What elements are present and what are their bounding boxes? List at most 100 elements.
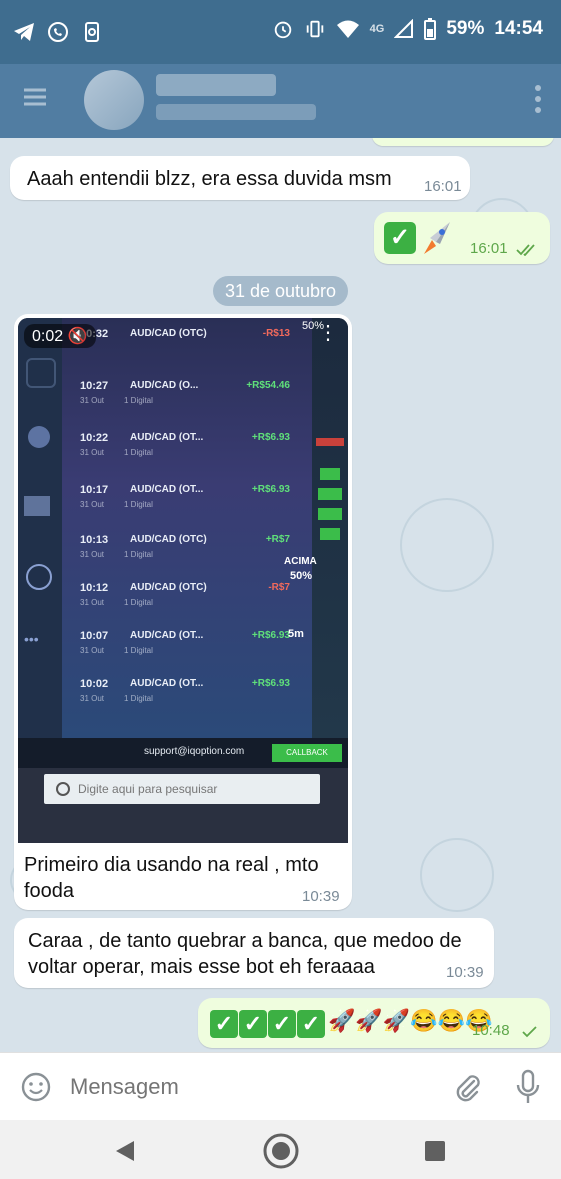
play-circle-icon [26, 564, 52, 590]
status-system: 4G 59% 14:54 [272, 18, 543, 40]
recents-icon[interactable] [424, 1140, 446, 1162]
chat-icon [26, 358, 56, 388]
trade-row: 10:02 31 Out AUD/CAD (OT... 1 Digital +R… [80, 674, 290, 714]
chart-candle [318, 508, 342, 520]
trade-pair: AUD/CAD (O... [130, 380, 199, 391]
mute-icon[interactable]: 🔇 [68, 328, 88, 345]
video-player[interactable]: ••• 10:32 AUD/CAD (OTC) -R$13 10:27 31 O… [18, 318, 348, 843]
single-check-icon [522, 1026, 537, 1038]
trade-pair: AUD/CAD (OTC) [130, 328, 207, 339]
video-sidebar: ••• [18, 318, 62, 738]
trade-time: 10:07 [80, 630, 109, 642]
chart-candle [316, 438, 344, 446]
message-bubble-incoming[interactable]: Aaah entendii blzz, era essa duvida msm … [10, 156, 470, 200]
message-time: 10:39 [446, 964, 484, 981]
check-mark-emoji: ✓ [210, 1010, 238, 1038]
avatar[interactable] [84, 70, 144, 130]
status-notifications [12, 20, 104, 44]
trade-row: 10:17 31 Out AUD/CAD (OT... 1 Digital +R… [80, 480, 290, 520]
message-bubble-outgoing[interactable]: ✓ 16:01 [374, 212, 550, 264]
trade-value: +R$54.46 [246, 380, 290, 391]
trade-type: 1 Digital [124, 598, 153, 607]
trade-date: 31 Out [80, 646, 105, 655]
trade-date: 31 Out [80, 500, 105, 509]
callback-button: CALLBACK [272, 744, 342, 762]
whatsapp-icon [48, 22, 68, 42]
signal-icon [394, 19, 414, 38]
trade-row: 10:12 31 Out AUD/CAD (OTC) 1 Digital -R$… [80, 578, 290, 618]
check-mark-emoji: ✓ [239, 1010, 267, 1038]
trade-pair: AUD/CAD (OTC) [130, 582, 207, 593]
battery-icon [424, 18, 437, 40]
video-footer: support@iqoption.com CALLBACK [18, 738, 348, 768]
alien-icon [28, 426, 50, 448]
trade-date: 31 Out [80, 598, 105, 607]
trade-pair: AUD/CAD (OT... [130, 678, 204, 689]
telegram-icon [14, 23, 34, 41]
wifi-icon [336, 20, 359, 38]
message-text: Caraa , de tanto quebrar a banca, que me… [28, 930, 462, 978]
more-vertical-icon[interactable]: ⋮ [318, 323, 338, 343]
trade-pair: AUD/CAD (OT... [130, 484, 204, 495]
trade-time: 10:13 [80, 534, 109, 546]
trade-type: 1 Digital [124, 500, 153, 509]
check-mark-emoji: ✓ [384, 222, 416, 254]
date-separator: 31 de outubro [213, 276, 348, 306]
video-search-bar: Digite aqui para pesquisar [44, 774, 320, 804]
trade-date: 31 Out [80, 694, 105, 703]
trade-value: +R$6.93 [251, 432, 290, 443]
network-type: 4G [369, 23, 385, 35]
chart-direction-label: ACIMA [284, 556, 317, 567]
check-mark-emoji: ✓ [297, 1010, 325, 1038]
chat-title-blurred[interactable] [156, 74, 276, 96]
phone-app-icon [85, 22, 99, 42]
trade-time: 10:27 [80, 380, 109, 392]
back-icon[interactable] [114, 1140, 136, 1162]
trade-row: 10:32 AUD/CAD (OTC) -R$13 [80, 324, 290, 364]
trade-date: 31 Out [80, 396, 105, 405]
background-doodle [420, 838, 494, 912]
attach-icon[interactable] [452, 1071, 482, 1103]
trade-value: +R$6.93 [251, 678, 290, 689]
vibrate-icon [306, 20, 323, 38]
trade-row: 10:13 31 Out AUD/CAD (OTC) 1 Digital +R$… [80, 530, 290, 570]
message-bubble-incoming[interactable]: Caraa , de tanto quebrar a banca, que me… [14, 918, 494, 988]
trade-type: 1 Digital [124, 646, 153, 655]
chart-percent: 50% [290, 570, 313, 582]
trade-pair: AUD/CAD (OT... [130, 432, 204, 443]
search-placeholder: Digite aqui para pesquisar [78, 782, 218, 796]
message-input-bar [0, 1052, 561, 1121]
chat-subtitle-blurred [156, 104, 316, 120]
video-duration[interactable]: 0:02 🔇 [24, 324, 96, 348]
message-time: 16:01 [424, 178, 462, 195]
check-mark-emoji: ✓ [268, 1010, 296, 1038]
message-bubble-outgoing[interactable]: ✓ ✓ ✓ ✓ 🚀🚀🚀😂😂😂 10:48 [198, 998, 550, 1048]
trade-row: 10:22 31 Out AUD/CAD (OT... 1 Digital +R… [80, 428, 290, 468]
chart-candle [320, 528, 340, 540]
trade-type: 1 Digital [124, 550, 153, 559]
video-duration-text: 0:02 [32, 328, 64, 345]
timeframe-label: 5m [288, 628, 304, 640]
home-icon[interactable] [262, 1132, 300, 1170]
battery-level: 59% [446, 18, 485, 39]
trade-type: 1 Digital [124, 448, 153, 457]
trade-pair: AUD/CAD (OTC) [130, 534, 207, 545]
message-time: 16:01 [470, 240, 508, 257]
system-nav-bar [0, 1120, 561, 1179]
chart-candle [318, 488, 342, 500]
trade-date: 31 Out [80, 448, 105, 457]
emoji-text: 🚀🚀🚀😂😂😂 [328, 1008, 493, 1033]
message-time: 10:48 [472, 1022, 510, 1039]
message-time: 10:39 [302, 888, 340, 905]
message-input[interactable] [68, 1069, 432, 1105]
trade-row: 10:27 31 Out AUD/CAD (O... 1 Digital +R$… [80, 376, 290, 416]
caption-text: Primeiro dia usando na real , mto fooda [24, 854, 319, 902]
check-mark-emoji-group: ✓ ✓ ✓ ✓ [210, 1010, 326, 1038]
message-text: Aaah entendii blzz, era essa duvida msm [27, 168, 392, 190]
microphone-icon[interactable] [516, 1069, 540, 1105]
emoji-icon[interactable] [20, 1071, 52, 1103]
more-vertical-icon[interactable] [535, 84, 541, 114]
menu-icon[interactable] [24, 88, 46, 106]
trade-type: 1 Digital [124, 396, 153, 405]
video-caption: Primeiro dia usando na real , mto fooda [24, 852, 344, 904]
